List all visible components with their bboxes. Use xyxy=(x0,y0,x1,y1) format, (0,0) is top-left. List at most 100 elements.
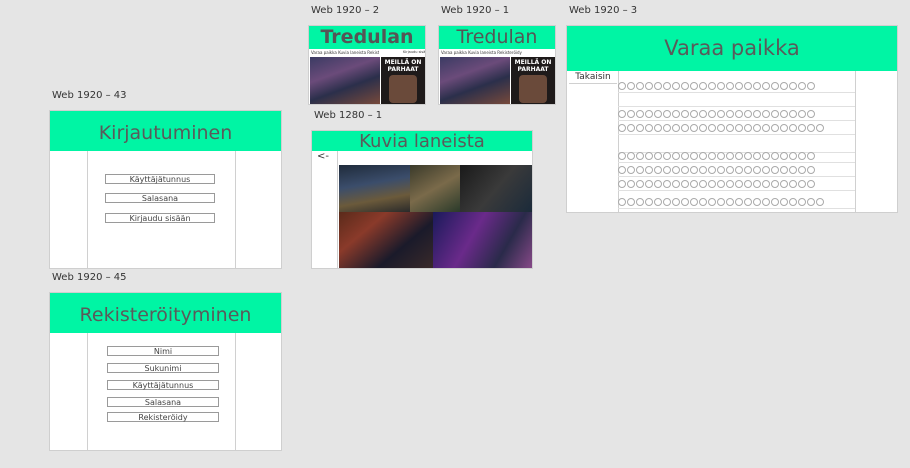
artboard-register[interactable]: Rekisteröityminen Nimi Sukunimi Käyttäjä… xyxy=(49,292,282,451)
seat[interactable] xyxy=(681,82,689,90)
seat[interactable] xyxy=(618,198,626,206)
seat[interactable] xyxy=(789,110,797,118)
name-field[interactable]: Nimi xyxy=(107,346,219,356)
seat[interactable] xyxy=(636,110,644,118)
seat[interactable] xyxy=(807,198,815,206)
seat[interactable] xyxy=(753,82,761,90)
seat[interactable] xyxy=(690,124,698,132)
seat[interactable] xyxy=(717,124,725,132)
seat[interactable] xyxy=(717,82,725,90)
login-button[interactable]: Kirjaudu sisään xyxy=(105,213,215,223)
login-link[interactable]: Kirjaudu sisään xyxy=(403,49,425,56)
seat[interactable] xyxy=(771,198,779,206)
artboard-label-web3[interactable]: Web 1920 – 3 xyxy=(569,5,637,16)
seat[interactable] xyxy=(762,152,770,160)
seat[interactable] xyxy=(798,124,806,132)
seat[interactable] xyxy=(726,110,734,118)
artboard-label-web1[interactable]: Web 1920 – 1 xyxy=(441,5,509,16)
seat[interactable] xyxy=(717,110,725,118)
nav-bar[interactable]: Varaa paikka Kuvia laneista Rekisteröidy xyxy=(441,49,551,56)
seat[interactable] xyxy=(780,124,788,132)
seat[interactable] xyxy=(816,198,824,206)
seat[interactable] xyxy=(672,152,680,160)
seat[interactable] xyxy=(789,124,797,132)
password-field[interactable]: Salasana xyxy=(107,397,219,407)
seat[interactable] xyxy=(771,82,779,90)
seat[interactable] xyxy=(654,82,662,90)
seat[interactable] xyxy=(762,166,770,174)
seat[interactable] xyxy=(753,180,761,188)
seat[interactable] xyxy=(762,124,770,132)
seat[interactable] xyxy=(780,110,788,118)
seat[interactable] xyxy=(699,110,707,118)
seat[interactable] xyxy=(699,124,707,132)
seat[interactable] xyxy=(654,180,662,188)
seat[interactable] xyxy=(618,180,626,188)
artboard-label-web45[interactable]: Web 1920 – 45 xyxy=(52,272,127,283)
seat[interactable] xyxy=(744,110,752,118)
nav-bar[interactable]: Varaa paikka Kuvia laneista Rekisteröidy xyxy=(311,49,379,56)
seat[interactable] xyxy=(654,124,662,132)
seat[interactable] xyxy=(663,152,671,160)
artboard-tredulan-1[interactable]: Tredulan Varaa paikka Kuvia laneista Rek… xyxy=(438,25,556,105)
seat[interactable] xyxy=(654,166,662,174)
seat[interactable] xyxy=(780,152,788,160)
username-field[interactable]: Käyttäjätunnus xyxy=(105,174,215,184)
seat[interactable] xyxy=(699,198,707,206)
seat[interactable] xyxy=(780,166,788,174)
seat[interactable] xyxy=(735,198,743,206)
seat[interactable] xyxy=(726,82,734,90)
seat[interactable] xyxy=(708,110,716,118)
seat[interactable] xyxy=(807,82,815,90)
seat[interactable] xyxy=(744,152,752,160)
artboard-varaa-paikka[interactable]: Varaa paikka Takaisin xyxy=(566,25,898,213)
artboard-label-web43[interactable]: Web 1920 – 43 xyxy=(52,90,127,101)
seat[interactable] xyxy=(627,124,635,132)
seat[interactable] xyxy=(699,166,707,174)
seat[interactable] xyxy=(744,124,752,132)
seat[interactable] xyxy=(762,198,770,206)
seat[interactable] xyxy=(681,166,689,174)
seat[interactable] xyxy=(717,180,725,188)
seat[interactable] xyxy=(690,180,698,188)
artboard-label-web1280[interactable]: Web 1280 – 1 xyxy=(314,110,382,121)
surname-field[interactable]: Sukunimi xyxy=(107,363,219,373)
seat[interactable] xyxy=(798,82,806,90)
seat[interactable] xyxy=(627,198,635,206)
seat[interactable] xyxy=(690,166,698,174)
seat[interactable] xyxy=(654,152,662,160)
register-button[interactable]: Rekisteröidy xyxy=(107,412,219,422)
seat[interactable] xyxy=(708,152,716,160)
seat[interactable] xyxy=(681,110,689,118)
seat[interactable] xyxy=(753,110,761,118)
seat[interactable] xyxy=(771,180,779,188)
seat[interactable] xyxy=(690,110,698,118)
seat[interactable] xyxy=(618,110,626,118)
seat[interactable] xyxy=(807,124,815,132)
seat[interactable] xyxy=(618,166,626,174)
seat[interactable] xyxy=(618,152,626,160)
seat[interactable] xyxy=(699,152,707,160)
seat[interactable] xyxy=(735,152,743,160)
artboard-login[interactable]: Kirjautuminen Käyttäjätunnus Salasana Ki… xyxy=(49,110,282,269)
seat[interactable] xyxy=(708,198,716,206)
seat[interactable] xyxy=(798,180,806,188)
seat[interactable] xyxy=(681,124,689,132)
seat[interactable] xyxy=(627,152,635,160)
seat[interactable] xyxy=(681,152,689,160)
seat[interactable] xyxy=(807,152,815,160)
seat[interactable] xyxy=(690,198,698,206)
seat[interactable] xyxy=(726,124,734,132)
seat[interactable] xyxy=(735,110,743,118)
back-button[interactable]: Takaisin xyxy=(569,71,617,84)
password-field[interactable]: Salasana xyxy=(105,193,215,203)
seat[interactable] xyxy=(816,124,824,132)
seat[interactable] xyxy=(744,198,752,206)
seat[interactable] xyxy=(735,166,743,174)
seat[interactable] xyxy=(789,166,797,174)
seat[interactable] xyxy=(798,110,806,118)
seat[interactable] xyxy=(663,110,671,118)
seat[interactable] xyxy=(744,180,752,188)
seat[interactable] xyxy=(663,166,671,174)
seat[interactable] xyxy=(690,152,698,160)
